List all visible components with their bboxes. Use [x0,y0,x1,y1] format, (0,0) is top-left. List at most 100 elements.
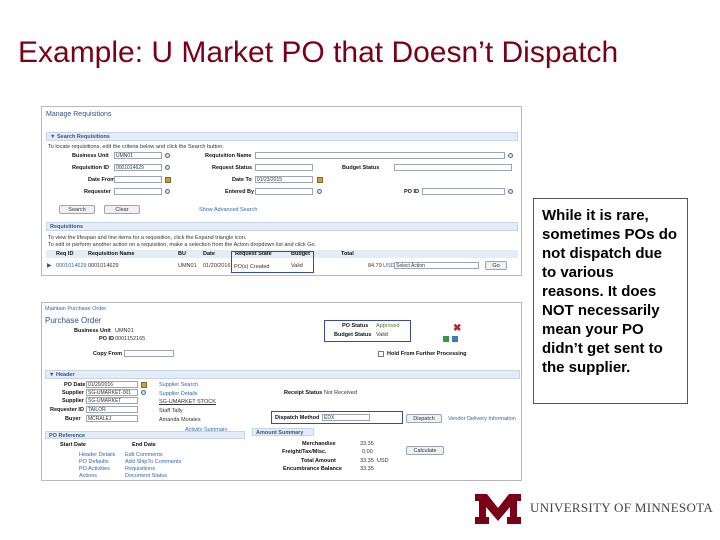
results-note: To view the lifespan and line items for … [48,235,247,241]
supplier-id-input[interactable]: SG-UMARKET [86,397,138,404]
requester-id-input[interactable]: TAILOR [86,406,138,413]
supplier-search-link[interactable]: Supplier Search [159,382,198,388]
business-unit-lookup-icon[interactable] [165,153,170,158]
buyer-label: Buyer [65,416,81,422]
entered-by-label: Entered By [225,189,255,195]
copy-from-select[interactable] [124,350,174,357]
search-button[interactable]: Search [59,205,95,214]
requisition-name-input[interactable] [255,152,505,159]
budget-status-select[interactable] [394,164,512,171]
receipt-status-value: Not Received [324,390,358,396]
dispatch-method-highlight: Dispatch Method EDX [271,411,403,424]
row-request-state: PO(s) Created [234,264,270,270]
vendor-delivery-link[interactable]: Vendor Delivery Information [448,416,516,422]
supplier-label: Supplier [62,390,85,396]
supplier-lookup-icon[interactable] [141,390,146,395]
document-status-link[interactable]: Document Status [125,473,167,479]
col-requisition-name: Requisition Name [88,251,135,257]
date-to-input[interactable]: 01/23/2015 [255,176,313,183]
end-date-label: End Date [132,442,156,448]
maintain-po-breadcrumb[interactable]: Maintain Purchase Order [45,306,106,312]
purchase-order-screenshot: Maintain Purchase Order Purchase Order B… [41,302,522,481]
slide-title: Example: U Market PO that Doesn’t Dispat… [18,36,619,69]
hold-checkbox[interactable] [378,351,384,357]
search-requisitions-label: Search Requisitions [56,134,110,140]
add-shipto-comments-link[interactable]: Add ShipTo Comments [125,459,181,465]
date-to-calendar-icon[interactable] [317,177,323,183]
search-requisitions-bar[interactable]: ▼ Search Requisitions [46,132,518,141]
po-date-calendar-icon[interactable] [141,382,147,388]
refresh-icon[interactable] [452,336,458,342]
po-date-input[interactable]: 01/20/2016 [86,381,138,388]
po-budget-status-label: Budget Status [334,332,372,338]
dispatch-method-select[interactable]: EDX [322,414,370,421]
hold-label: Hold From Further Processing [387,351,467,357]
row-currency[interactable]: USD [383,263,395,269]
row-req-id[interactable]: 0001014629 [56,263,87,269]
po-status-label: PO Status [342,323,369,329]
date-from-calendar-icon[interactable] [165,177,171,183]
header-collapse-icon[interactable]: ▼ [49,372,54,378]
col-date: Date [203,251,215,257]
clear-button[interactable]: Clear [104,205,140,214]
manage-requisitions-heading: Manage Requisitions [46,111,112,118]
select-action-dropdown[interactable]: Select Action [394,262,479,269]
merchandise-value: 33.35 [360,441,374,447]
requester-lookup-icon[interactable] [165,189,170,194]
close-icon[interactable]: ✖ [453,323,461,334]
po-business-unit-label: Business Unit [74,328,111,334]
manage-requisitions-screenshot: Manage Requisitions ▼ Search Requisition… [41,106,522,276]
actions-link[interactable]: Actions [79,473,97,479]
budget-check-icon[interactable] [443,336,449,342]
collapse-triangle-icon[interactable]: ▼ [50,134,55,140]
requisition-name-lookup-icon[interactable] [508,153,513,158]
supplier-name-text: SG-UMARKET STOCK [159,399,216,405]
entered-by-input[interactable] [255,188,313,195]
total-amount-label: Total Amount [301,458,336,464]
requisitions-results-bar[interactable]: Requisitions [46,222,518,231]
receipt-status-label: Receipt Status [284,390,323,396]
po-id-header-label: PO ID [99,336,114,342]
row-date: 01/20/2016 [203,263,231,269]
po-id-header-value: 0001152165 [115,336,146,342]
expand-triangle-icon[interactable]: ▶ [47,262,52,269]
requester-label: Requester [84,189,111,195]
go-button[interactable]: Go [485,261,507,270]
po-status-highlight: PO Status Approved Budget Status Valid [324,320,411,342]
header-details-link[interactable]: Header Details [79,452,115,458]
amount-summary-tab[interactable]: Amount Summary [252,428,314,436]
requester-input[interactable] [114,188,162,195]
requisition-name-label: Requisition Name [205,153,252,159]
supplier-input[interactable]: SG-UMARKET-001 [86,389,138,396]
col-req-id: Req ID [56,251,74,257]
merchandise-label: Merchandise [302,441,336,447]
po-id-lookup-icon[interactable] [508,189,513,194]
dispatch-button[interactable]: Dispatch [406,414,442,423]
po-id-input[interactable] [422,188,505,195]
total-amount-value: 33.35 [360,458,374,464]
requisition-id-lookup-icon[interactable] [165,165,170,170]
po-business-unit-value: UMN01 [115,328,134,334]
university-name: UNIVERSITY OF MINNESOTA [530,500,714,515]
request-status-select[interactable] [255,164,313,171]
total-currency: USD [377,458,389,464]
start-date-label: Start Date [60,442,86,448]
show-advanced-search-link[interactable]: Show Advanced Search [199,207,257,213]
business-unit-input[interactable]: UMN01 [114,152,162,159]
calculate-button[interactable]: Calculate [406,446,444,455]
header-section-label: Header [55,372,75,378]
supplier-details-link[interactable]: Supplier Details [159,391,198,397]
edit-comments-link[interactable]: Edit Comments [125,452,163,458]
entered-by-lookup-icon[interactable] [317,189,322,194]
po-defaults-link[interactable]: PO Defaults [79,459,109,465]
budget-status-label: Budget Status [342,165,380,171]
university-m-logo [475,494,521,524]
buyer-input[interactable]: MCRALEJ [86,415,138,422]
header-section-bar[interactable]: ▼ Header [45,370,520,379]
purchase-order-heading: Purchase Order [45,316,102,325]
requester-id-label: Requester ID [50,407,84,413]
date-from-input[interactable] [114,176,162,183]
requisitions-link[interactable]: Requisitions [125,466,155,472]
requisition-id-input[interactable]: 0001014629 [114,164,162,171]
po-activities-link[interactable]: PO Activities [79,466,110,472]
